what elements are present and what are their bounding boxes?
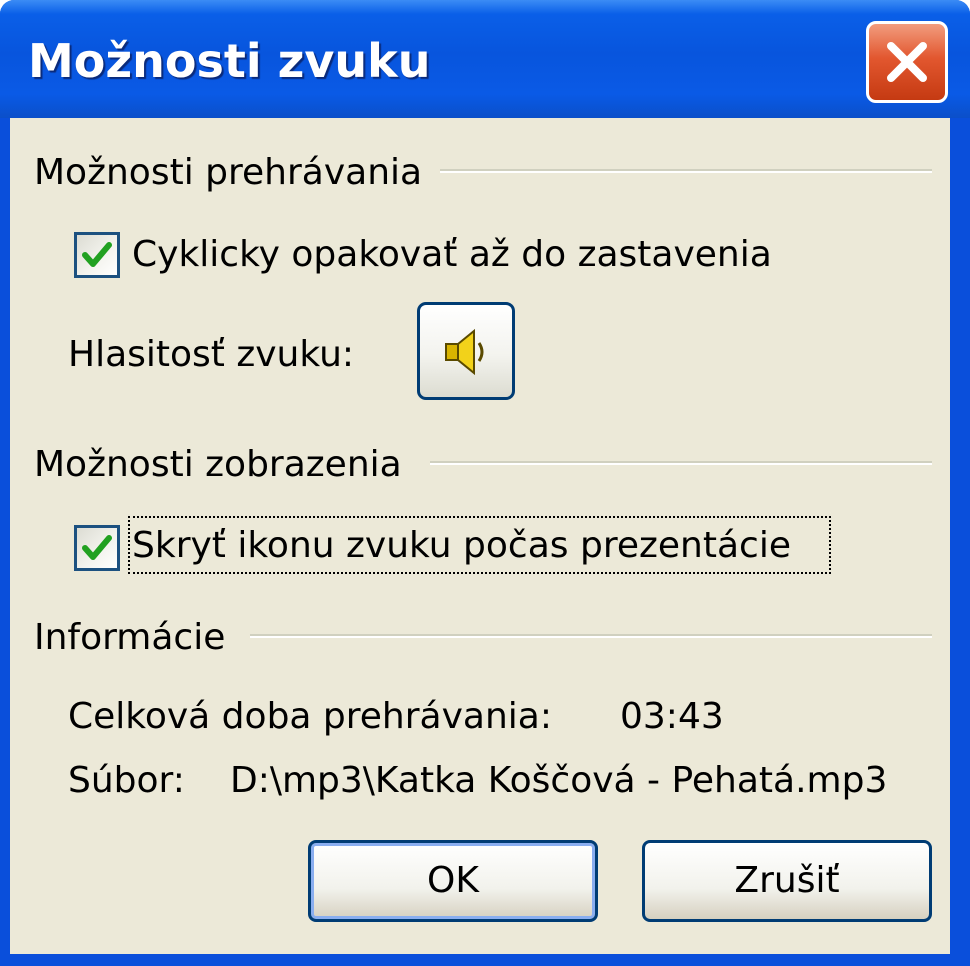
loop-checkbox[interactable] [74,232,120,278]
duration-value: 03:43 [620,696,724,737]
file-label: Súbor: [68,760,185,801]
display-section-divider [430,461,932,465]
sound-options-dialog: Možnosti zvuku Možnosti prehrávania Cykl… [0,0,970,966]
speaker-icon [445,328,484,376]
title-bar[interactable]: Možnosti zvuku [0,0,970,118]
dialog-body: Možnosti prehrávania Cyklicky opakovať a… [10,118,950,954]
file-value: D:\mp3\Katka Koščová - Pehatá.mp3 [230,760,888,801]
loop-label[interactable]: Cyklicky opakovať až do zastavenia [132,234,772,275]
volume-button[interactable] [417,302,515,400]
close-x-icon [887,42,927,82]
info-section-title: Informácie [34,617,238,658]
cancel-button[interactable]: Zrušiť [642,840,932,922]
playback-section-title: Možnosti prehrávania [34,152,435,193]
hide-icon-label[interactable]: Skryť ikonu zvuku počas prezentácie [132,525,791,566]
checkmark-icon [82,535,112,560]
display-section-title: Možnosti zobrazenia [34,444,414,485]
hide-icon-checkbox[interactable] [74,525,120,571]
ok-button[interactable]: OK [308,840,598,922]
volume-label: Hlasitosť zvuku: [68,334,355,375]
info-section-divider [250,634,932,638]
close-button[interactable] [866,21,948,103]
checkmark-icon [82,242,112,267]
playback-section-divider [440,169,932,173]
duration-label: Celková doba prehrávania: [68,696,552,737]
window-title: Možnosti zvuku [28,34,431,88]
